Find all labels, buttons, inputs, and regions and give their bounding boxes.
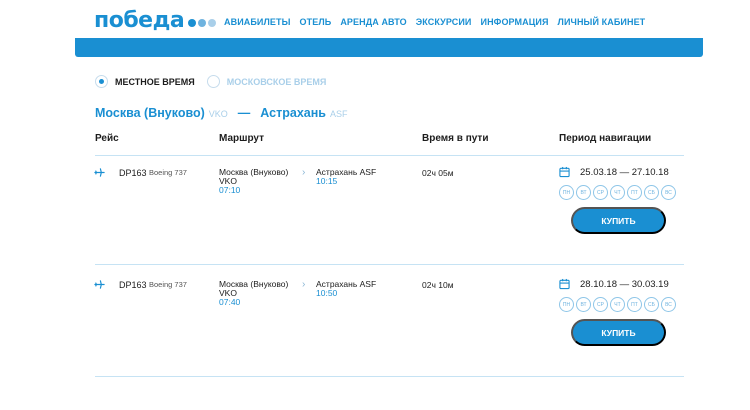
- nav-excursions[interactable]: ЭКСКУРСИИ: [416, 17, 472, 27]
- radio-moscow-time[interactable]: МОСКОВСКОЕ ВРЕМЯ: [206, 75, 327, 88]
- route-title: Москва (Внуково) VKO — Астрахань ASF: [95, 106, 347, 120]
- departure-time: 07:40: [219, 297, 241, 307]
- weekday-wed: ср: [593, 185, 608, 200]
- arrival: Астрахань ASF 10:15: [316, 168, 376, 186]
- radio-local-time[interactable]: МЕСТНОЕ ВРЕМЯ: [95, 75, 195, 88]
- weekday-thu: чт: [610, 185, 625, 200]
- weekday-fri: пт: [627, 297, 642, 312]
- buy-button[interactable]: КУПИТЬ: [571, 207, 666, 234]
- route-to-code: ASF: [329, 109, 348, 119]
- header-bar: [75, 38, 703, 57]
- th-period: Период навигации: [559, 133, 652, 144]
- radio-moscow-circle[interactable]: [206, 75, 220, 88]
- table-row: DP163 Boeing 737 Москва (Внуково) VKO 07…: [0, 166, 750, 277]
- flight-number: DP163: [119, 168, 147, 178]
- main-nav: АВИАБИЛЕТЫ ОТЕЛЬ АРЕНДА АВТО ЭКСКУРСИИ И…: [224, 17, 654, 27]
- time-toggle: МЕСТНОЕ ВРЕМЯ МОСКОВСКОЕ ВРЕМЯ: [95, 75, 338, 88]
- logo[interactable]: победа: [94, 8, 217, 33]
- arrival-time: 10:15: [316, 176, 338, 186]
- buy-button[interactable]: КУПИТЬ: [571, 319, 666, 346]
- chevron-right-icon: ›: [302, 279, 306, 290]
- row-divider: [95, 264, 684, 265]
- plane-icon: [94, 168, 105, 177]
- weekday-thu: чт: [610, 297, 625, 312]
- weekday-tue: вт: [576, 185, 591, 200]
- route-separator: —: [237, 106, 251, 120]
- logo-dot: [208, 18, 217, 27]
- row-divider: [95, 376, 684, 377]
- flight-duration: 02ч 05м: [422, 168, 454, 178]
- weekdays: пн вт ср чт пт сб вс: [559, 297, 678, 312]
- logo-dot: [198, 18, 207, 27]
- logo-text: победа: [94, 8, 185, 33]
- nav-account[interactable]: ЛИЧНЫЙ КАБИНЕТ: [558, 17, 646, 27]
- aircraft-type: Boeing 737: [149, 280, 187, 289]
- weekday-sat: сб: [644, 297, 659, 312]
- navigation-period: 28.10.18 — 30.03.19: [580, 279, 669, 290]
- aircraft-type: Boeing 737: [149, 168, 187, 177]
- weekday-mon: пн: [559, 185, 574, 200]
- arrival-time: 10:50: [316, 288, 338, 298]
- radio-local-label: МЕСТНОЕ ВРЕМЯ: [115, 76, 195, 87]
- weekday-sun: вс: [661, 185, 676, 200]
- weekday-wed: ср: [593, 297, 608, 312]
- weekday-tue: вт: [576, 297, 591, 312]
- route-from-code: VKO: [208, 109, 228, 119]
- weekdays: пн вт ср чт пт сб вс: [559, 185, 678, 200]
- nav-flights[interactable]: АВИАБИЛЕТЫ: [224, 17, 291, 27]
- weekday-sat: сб: [644, 185, 659, 200]
- radio-moscow-label: МОСКОВСКОЕ ВРЕМЯ: [226, 76, 327, 87]
- nav-car-rental[interactable]: АРЕНДА АВТО: [340, 17, 406, 27]
- flight-duration: 02ч 10м: [422, 280, 454, 290]
- th-duration: Время в пути: [422, 133, 489, 144]
- header-divider: [95, 155, 684, 156]
- flight-number: DP163: [119, 280, 147, 290]
- calendar-icon: [559, 166, 570, 178]
- th-flight: Рейс: [95, 133, 119, 144]
- weekday-fri: пт: [627, 185, 642, 200]
- table-row: DP163 Boeing 737 Москва (Внуково) VKO 07…: [0, 278, 750, 389]
- route-to-city: Астрахань: [260, 106, 326, 120]
- logo-dots-icon: [186, 18, 217, 27]
- departure: Москва (Внуково) VKO 07:40: [219, 280, 288, 307]
- departure: Москва (Внуково) VKO 07:10: [219, 168, 288, 195]
- nav-information[interactable]: ИНФОРМАЦИЯ: [481, 17, 549, 27]
- route-from-city: Москва (Внуково): [95, 106, 205, 120]
- navigation-period: 25.03.18 — 27.10.18: [580, 167, 669, 178]
- radio-local-circle[interactable]: [95, 75, 108, 88]
- calendar-icon: [559, 278, 570, 290]
- plane-icon: [94, 280, 105, 289]
- weekday-sun: вс: [661, 297, 676, 312]
- logo-dot: [188, 18, 197, 27]
- departure-time: 07:10: [219, 185, 241, 195]
- th-route: Маршрут: [219, 133, 265, 144]
- arrival: Астрахань ASF 10:50: [316, 280, 376, 298]
- weekday-mon: пн: [559, 297, 574, 312]
- chevron-right-icon: ›: [302, 167, 306, 178]
- nav-hotel[interactable]: ОТЕЛЬ: [300, 17, 332, 27]
